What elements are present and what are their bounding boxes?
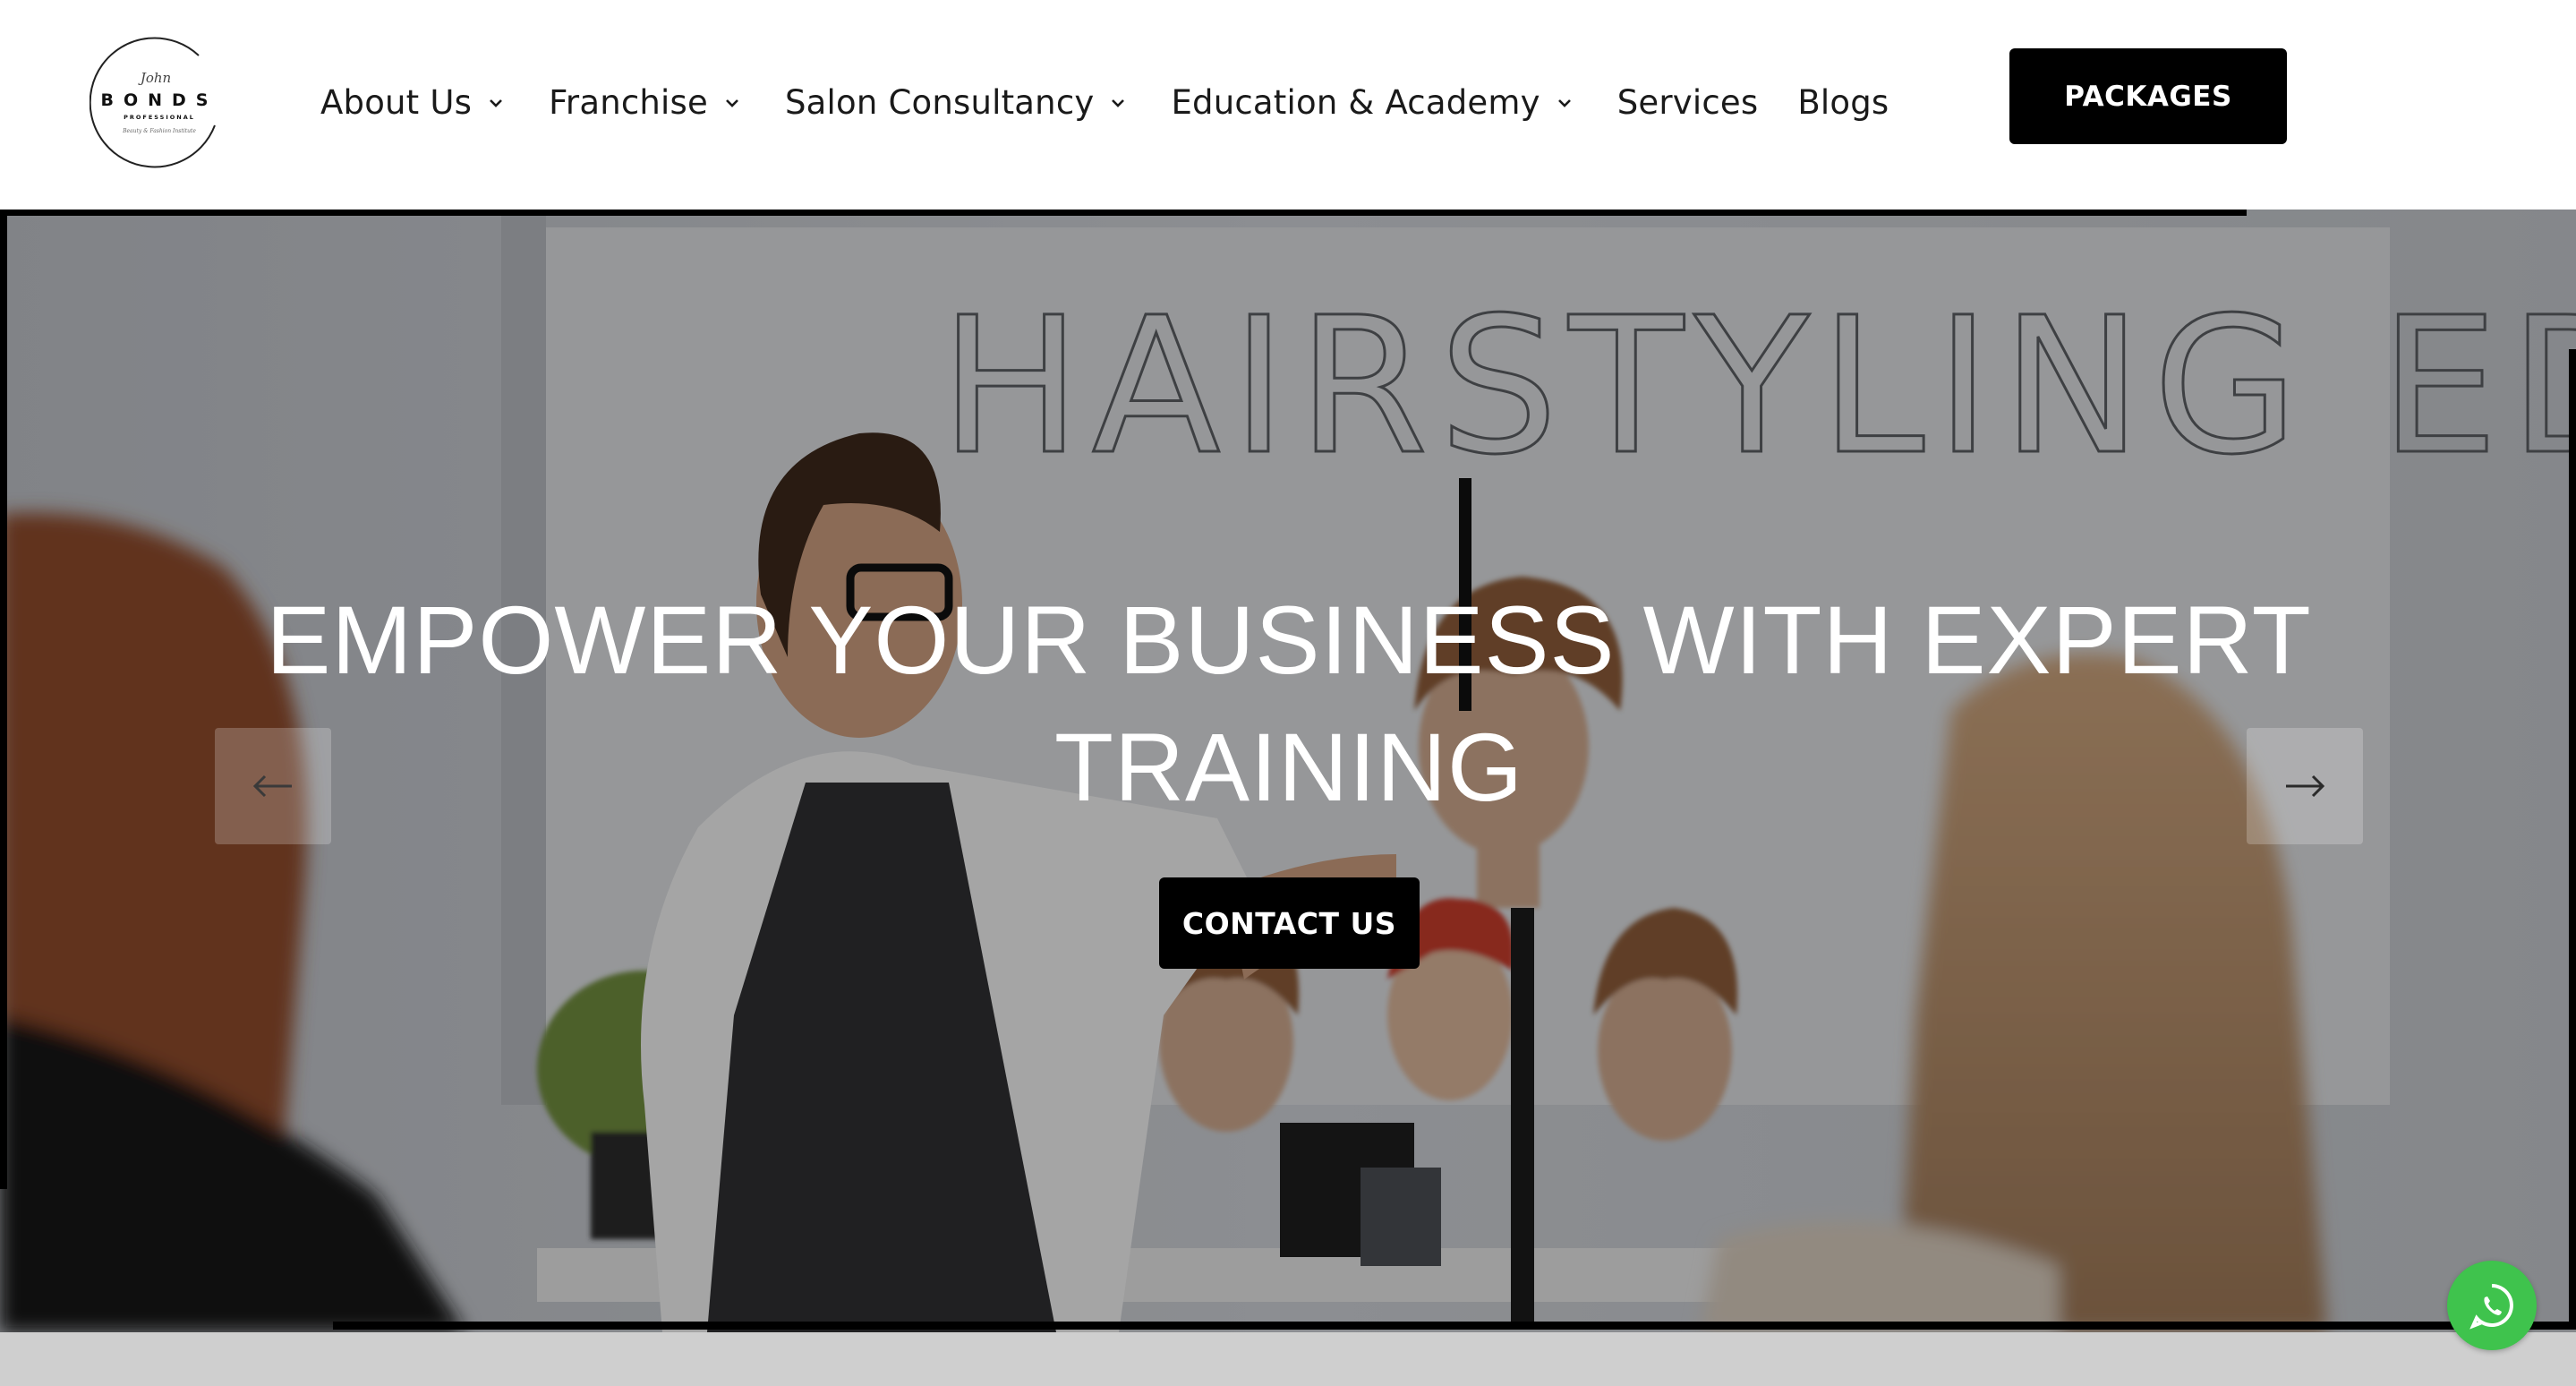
nav-item-label: About Us — [320, 83, 473, 122]
nav-item-label: Franchise — [549, 83, 708, 122]
hero-title-line1: EMPOWER YOUR BUSINESS WITH EXPERT — [266, 586, 2312, 694]
packages-button[interactable]: PACKAGES — [2009, 48, 2287, 144]
site-header: John BONDS PROFESSIONAL Beauty & Fashion… — [0, 0, 2576, 210]
page: John BONDS PROFESSIONAL Beauty & Fashion… — [0, 0, 2576, 1386]
chevron-down-icon — [722, 93, 742, 113]
whatsapp-chat-button[interactable] — [2447, 1261, 2537, 1350]
packages-button-label: PACKAGES — [2064, 80, 2232, 113]
nav-item-blogs[interactable]: Blogs — [1797, 75, 1889, 131]
nav-item-label: Education & Academy — [1171, 83, 1540, 122]
arrow-right-icon — [2286, 774, 2325, 798]
nav-item-salon-consultancy[interactable]: Salon Consultancy — [785, 75, 1129, 131]
logo-brand: BONDS — [101, 90, 218, 110]
next-section-strip — [0, 1332, 2576, 1386]
contact-us-button[interactable]: CONTACT US — [1159, 877, 1420, 969]
hero-title-line2: TRAINING — [1053, 713, 1523, 821]
logo-mark: John BONDS PROFESSIONAL Beauty & Fashion… — [90, 37, 218, 168]
nav-item-label: Salon Consultancy — [784, 83, 1095, 122]
main-nav: About Us Franchise Salon Consultancy Edu… — [320, 75, 1889, 131]
slider-prev-button[interactable] — [215, 728, 331, 844]
contact-us-button-label: CONTACT US — [1181, 905, 1397, 941]
nav-item-franchise[interactable]: Franchise — [549, 75, 742, 131]
hero-frame-bottom — [333, 1322, 2576, 1330]
logo-subtitle: PROFESSIONAL — [124, 114, 195, 121]
chevron-down-icon — [1555, 93, 1574, 113]
logo-signature: John — [138, 70, 171, 86]
logo-tagline: Beauty & Fashion Institute — [122, 128, 196, 134]
nav-item-education-academy[interactable]: Education & Academy — [1171, 75, 1574, 131]
hero-slider: HAIRSTYLING EDUCATION — [0, 210, 2576, 1332]
chevron-down-icon — [1108, 93, 1128, 113]
arrow-left-icon — [252, 774, 292, 798]
bonds-logo[interactable]: John BONDS PROFESSIONAL Beauty & Fashion… — [90, 32, 229, 172]
hero-frame-top — [0, 210, 2247, 216]
nav-item-about-us[interactable]: About Us — [320, 75, 506, 131]
hero-frame-right — [2569, 349, 2576, 1330]
hero-frame-left — [0, 210, 7, 1189]
slider-next-button[interactable] — [2247, 728, 2363, 844]
nav-item-label: Blogs — [1797, 83, 1889, 122]
nav-item-services[interactable]: Services — [1617, 75, 1759, 131]
nav-item-label: Services — [1616, 83, 1759, 122]
chevron-down-icon — [486, 93, 506, 113]
whatsapp-icon — [2469, 1284, 2513, 1330]
hero-title: EMPOWER YOUR BUSINESS WITH EXPERT TRAINI… — [233, 577, 2345, 831]
